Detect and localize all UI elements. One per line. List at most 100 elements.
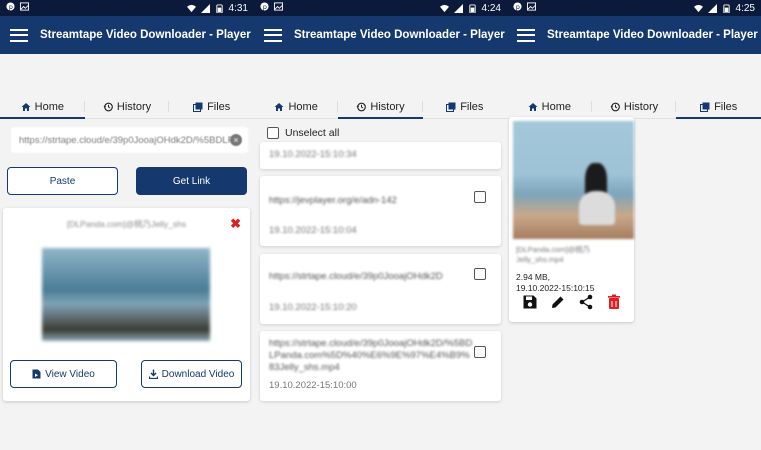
get-link-button[interactable]: Get Link <box>136 167 247 195</box>
home-screen: p 4:31 Streamtape Video Downloader - Pla… <box>0 0 254 450</box>
url-input[interactable]: https://strtape.cloud/e/39p0JooajOHdk2D/… <box>11 127 248 153</box>
home-icon <box>274 102 284 111</box>
app-bar: Streamtape Video Downloader - Player <box>507 16 761 54</box>
history-icon <box>356 102 367 111</box>
file-name: [DLPanda.com]@桃乃Jelly_shs.mp4 <box>516 245 591 264</box>
tab-home-label: Home <box>541 100 571 113</box>
app-bar: Streamtape Video Downloader - Player <box>0 16 254 54</box>
tab-home[interactable]: Home <box>507 95 592 118</box>
status-time: 4:31 <box>228 2 248 14</box>
save-icon[interactable] <box>522 294 538 310</box>
history-url: https://strtape.cloud/e/39p0JooajOHdk2D <box>269 271 443 282</box>
status-bar: p 4:25 <box>507 0 761 16</box>
tab-files-label: Files <box>714 100 738 113</box>
status-time: 4:25 <box>735 2 755 14</box>
pinterest-icon: p <box>260 2 269 11</box>
menu-icon[interactable] <box>517 28 535 42</box>
history-checkbox[interactable] <box>474 346 486 358</box>
paste-button-label: Paste <box>49 175 76 187</box>
tab-home[interactable]: Home <box>254 95 339 118</box>
history-url: https://strtape.cloud/e/39p0JooajOHdk2D/… <box>269 338 473 373</box>
menu-icon[interactable] <box>264 28 282 42</box>
history-item[interactable]: https://jevplayer.org/e/adn-142 19.10.20… <box>260 176 501 246</box>
menu-icon[interactable] <box>10 28 28 42</box>
history-url: https://jevplayer.org/e/adn-142 <box>269 195 397 206</box>
tab-history-label: History <box>370 100 405 113</box>
status-bar: p 4:31 <box>0 0 254 16</box>
video-card: [DLPanda.com]@桃乃Jelly_shs ✖ View Video D… <box>3 208 250 401</box>
file-date: 19.10.2022-15:10:15 <box>516 283 595 293</box>
pinterest-icon: p <box>513 2 522 11</box>
signal-icon <box>707 3 717 13</box>
url-input-value: https://strtape.cloud/e/39p0JooajOHdk2D/… <box>19 134 231 146</box>
files-icon <box>193 102 203 112</box>
file-thumbnail[interactable] <box>513 121 634 239</box>
history-icon <box>103 102 113 111</box>
unselect-all-label: Unselect all <box>285 127 340 139</box>
share-icon[interactable] <box>578 294 594 310</box>
video-thumbnail[interactable] <box>42 248 210 341</box>
battery-icon <box>215 3 223 13</box>
tab-history[interactable]: History <box>592 95 677 118</box>
wifi-icon <box>186 4 196 12</box>
unselect-all-checkbox[interactable] <box>267 127 279 139</box>
history-checkbox[interactable] <box>474 268 486 280</box>
tab-history-label: History <box>623 100 659 113</box>
history-checkbox[interactable] <box>474 191 486 203</box>
tab-bar: Home History Files <box>254 95 507 119</box>
tab-files[interactable]: Files <box>423 95 507 118</box>
file-size: 2.94 MB, <box>516 272 551 282</box>
history-icon <box>610 102 620 111</box>
tab-files[interactable]: Files <box>676 95 761 119</box>
file-card[interactable]: [DLPanda.com]@桃乃Jelly_shs.mp4 2.94 MB, 1… <box>509 117 634 322</box>
svg-text:p: p <box>263 4 267 11</box>
home-icon <box>21 102 31 111</box>
signal-icon <box>453 3 463 13</box>
image-icon <box>274 2 283 11</box>
app-title: Streamtape Video Downloader - Player <box>547 29 758 41</box>
wifi-icon <box>693 4 703 12</box>
delete-icon[interactable] <box>606 294 622 310</box>
tab-history-label: History <box>116 100 152 113</box>
status-bar: p 4:24 <box>254 0 507 16</box>
paste-button[interactable]: Paste <box>7 167 118 195</box>
edit-icon[interactable] <box>550 294 566 310</box>
wifi-icon <box>439 4 449 12</box>
close-icon[interactable]: ✖ <box>230 216 241 232</box>
files-screen: p 4:25 Streamtape Video Downloader - Pla… <box>507 0 761 450</box>
signal-icon <box>200 3 210 13</box>
download-icon <box>148 369 158 379</box>
tab-files-label: Files <box>460 100 484 113</box>
tab-history[interactable]: History <box>85 95 170 118</box>
history-screen: p 4:24 Streamtape Video Downloader - Pla… <box>254 0 507 450</box>
pinterest-icon: p <box>6 2 15 11</box>
file-video-icon <box>32 369 41 379</box>
svg-text:p: p <box>516 4 520 11</box>
home-icon <box>528 102 538 111</box>
svg-text:p: p <box>9 4 13 11</box>
app-title: Streamtape Video Downloader - Player <box>40 29 251 41</box>
history-item[interactable]: https://strtape.cloud/e/39p0JooajOHdk2D/… <box>260 331 501 401</box>
files-icon <box>446 102 456 112</box>
download-video-button[interactable]: Download Video <box>141 360 242 388</box>
clear-icon[interactable]: × <box>230 134 242 146</box>
history-item[interactable]: https://strtape.cloud/e/39p0JooajOHdk2D … <box>260 254 501 324</box>
history-date: 19.10.2022-15:10:00 <box>269 380 357 391</box>
tab-home-label: Home <box>288 100 318 113</box>
tab-files[interactable]: Files <box>169 95 254 118</box>
files-icon <box>700 102 710 112</box>
tab-history[interactable]: History <box>338 95 423 119</box>
tab-bar: Home History Files <box>507 95 761 119</box>
history-item[interactable]: 19.10.2022-15:10:34 <box>260 142 501 169</box>
view-video-button[interactable]: View Video <box>10 360 117 388</box>
history-date: 19.10.2022-15:10:34 <box>269 149 357 160</box>
download-video-label: Download Video <box>161 368 235 380</box>
tab-home[interactable]: Home <box>0 95 85 119</box>
unselect-all-row[interactable]: Unselect all <box>267 127 339 139</box>
view-video-label: View Video <box>45 368 95 380</box>
tab-files-label: Files <box>207 100 231 113</box>
get-link-button-label: Get Link <box>172 175 211 187</box>
app-bar: Streamtape Video Downloader - Player <box>254 16 507 54</box>
video-title: [DLPanda.com]@桃乃Jelly_shs <box>66 219 187 229</box>
app-title: Streamtape Video Downloader - Player <box>294 29 505 41</box>
